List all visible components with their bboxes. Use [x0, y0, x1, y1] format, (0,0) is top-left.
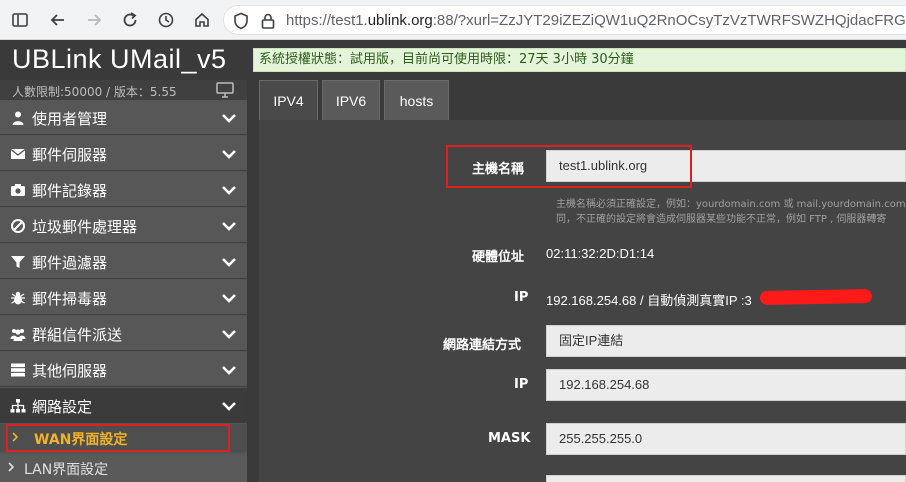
- hostname-hint: 同，不正確的設定將會造成伺服器某些功能不正常，例如 FTP , 伺服器轉寄: [556, 214, 887, 225]
- ip-info-value: 192.168.254.68 / 自動偵測真實IP :3: [546, 293, 752, 308]
- chevron-down-icon: [222, 150, 236, 159]
- sidebar-item-spam-processor[interactable]: 垃圾郵件處理器: [0, 208, 247, 243]
- chevron-down-icon: [222, 366, 236, 375]
- limits-bar: 人數限制:50000 / 版本：5.55: [0, 80, 247, 100]
- chevron-down-icon: [222, 186, 236, 195]
- limits-text: 人數限制:50000 / 版本：5.55: [12, 85, 177, 99]
- reload-icon[interactable]: [118, 8, 142, 32]
- sidebar-item-group-mail[interactable]: 群組信件派送: [0, 316, 247, 351]
- browser-toolbar: https://test1.ublink.org:88/?xurl=ZzJYT2…: [0, 0, 906, 40]
- sidebar-item-label: 郵件伺服器: [32, 146, 108, 164]
- bug-icon: [11, 291, 25, 305]
- sidebar-item-virus-scanner[interactable]: 郵件掃毒器: [0, 280, 247, 315]
- chevron-down-icon: [222, 402, 236, 411]
- forward-arrow-icon[interactable]: [82, 8, 106, 32]
- tab-hosts[interactable]: hosts: [384, 80, 449, 120]
- back-arrow-icon[interactable]: [46, 8, 70, 32]
- redaction-mark: [759, 289, 873, 305]
- tab-ipv6[interactable]: IPV6: [322, 80, 380, 120]
- sidebar-item-user-management[interactable]: 使用者管理: [0, 100, 247, 135]
- sidebar-sub-item-label: LAN界面設定: [24, 462, 109, 478]
- license-status: 系統授權狀態：試用版，目前尚可使用時限：27天 3小時 30分鐘: [253, 48, 906, 72]
- home-icon[interactable]: [190, 8, 214, 32]
- gateway-input[interactable]: [546, 475, 906, 482]
- ip-input[interactable]: 192.168.254.68: [546, 369, 906, 401]
- sidebar-item-label: 網路設定: [32, 398, 93, 416]
- mask-input[interactable]: 255.255.255.0: [546, 423, 906, 455]
- connection-label: 網路連結方式: [443, 338, 522, 353]
- sidebar-item-mail-filter[interactable]: 郵件過濾器: [0, 244, 247, 279]
- sidebar-item-label: 垃圾郵件處理器: [32, 218, 138, 236]
- sidebar-sub-item-lan[interactable]: LAN界面設定: [0, 454, 247, 482]
- sidebar-item-network-settings[interactable]: 網路設定: [0, 388, 247, 423]
- sidebar-item-mail-server[interactable]: 郵件伺服器: [0, 136, 247, 171]
- user-icon: [12, 111, 24, 125]
- ip-info-label: IP: [514, 290, 529, 305]
- chevron-down-icon: [222, 114, 236, 123]
- sidebar-item-label: 郵件過濾器: [32, 254, 108, 272]
- sidebar-item-label: 郵件掃毒器: [32, 290, 108, 308]
- address-bar[interactable]: https://test1.ublink.org:88/?xurl=ZzJYT2…: [223, 5, 906, 35]
- sidebar-item-mail-recorder[interactable]: 郵件記錄器: [0, 172, 247, 207]
- app-title: UBLink UMail_v5: [12, 44, 227, 74]
- tab-ipv4[interactable]: IPV4: [259, 80, 318, 120]
- chevron-down-icon: [222, 294, 236, 303]
- mask-label: MASK: [488, 431, 531, 446]
- lock-icon[interactable]: [260, 12, 276, 30]
- mac-value: 02:11:32:2D:D1:14: [546, 246, 655, 261]
- shield-icon[interactable]: [232, 12, 250, 30]
- history-icon[interactable]: [154, 8, 178, 32]
- camera-icon: [11, 184, 25, 196]
- envelope-icon: [10, 148, 26, 159]
- monitor-icon[interactable]: [216, 82, 234, 98]
- chevron-down-icon: [222, 330, 236, 339]
- hostname-hint: 主機名稱必須正確設定，例如：yourdomain.com 或 mail.your…: [556, 199, 906, 210]
- ip-label: IP: [514, 377, 529, 392]
- users-icon: [10, 329, 26, 341]
- highlight-box: [446, 145, 692, 188]
- sitemap-icon: [10, 399, 26, 413]
- sidebar-item-other-servers[interactable]: 其他伺服器: [0, 352, 247, 387]
- sidebar-item-label: 群組信件派送: [32, 326, 123, 344]
- chevron-right-icon: [8, 462, 15, 472]
- sidebar-item-label: 使用者管理: [32, 110, 108, 128]
- highlight-box: [6, 424, 230, 452]
- sidebar-toggle-icon[interactable]: [8, 8, 32, 32]
- sidebar-item-label: 郵件記錄器: [32, 182, 108, 200]
- connection-select[interactable]: 固定IP連結: [546, 325, 906, 357]
- chevron-down-icon: [222, 258, 236, 267]
- filter-icon: [11, 256, 25, 268]
- ban-icon: [11, 219, 25, 233]
- mac-label: 硬體位址: [472, 250, 525, 265]
- sidebar-item-label: 其他伺服器: [32, 362, 108, 380]
- server-icon: [11, 363, 25, 377]
- url-text: https://test1.ublink.org:88/?xurl=ZzJYT2…: [286, 12, 906, 29]
- chevron-down-icon: [222, 222, 236, 231]
